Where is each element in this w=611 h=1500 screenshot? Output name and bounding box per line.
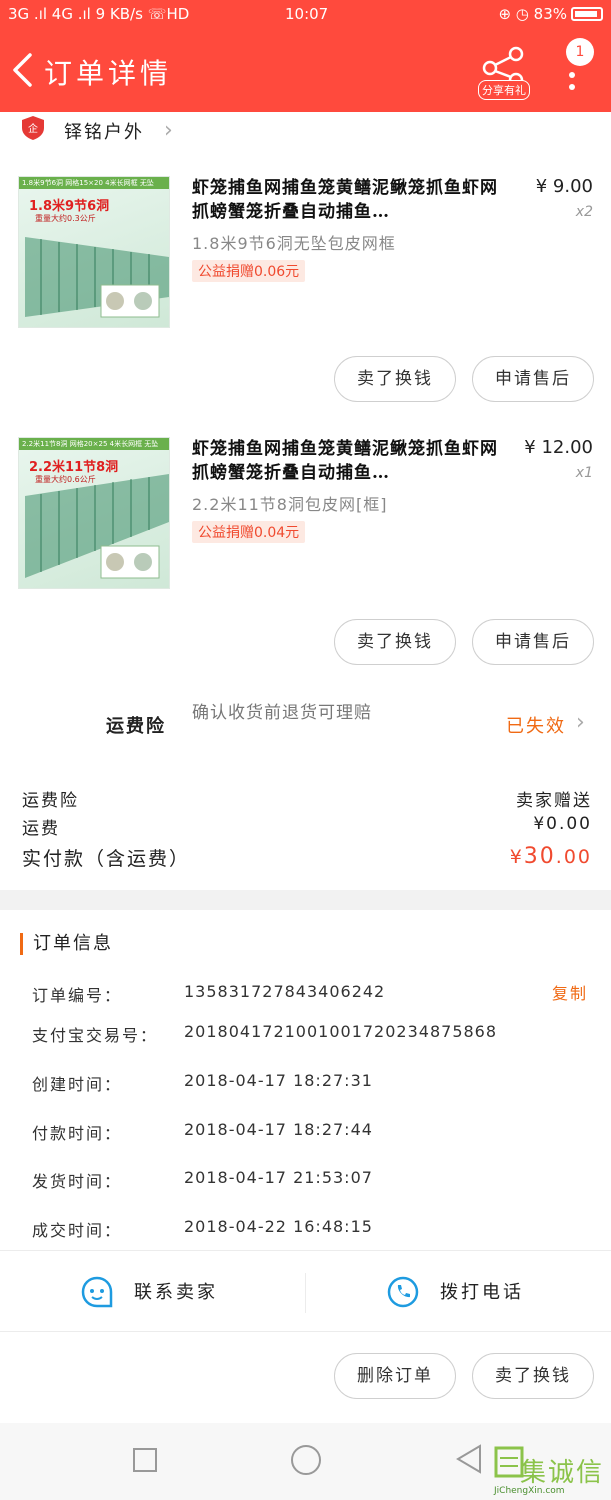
- contact-seller-button[interactable]: 联系卖家: [134, 1273, 218, 1313]
- insurance-description: 确认收货前退货可理赔: [192, 703, 372, 723]
- battery-icon: [571, 7, 603, 21]
- order-item[interactable]: 1.8米9节6洞 网格15×20 4米长网框 无坠 1.8米9节6洞 重量大约0…: [0, 176, 611, 456]
- total-currency: ¥: [509, 846, 524, 868]
- watermark-url: JiChengXin.com: [494, 1486, 565, 1496]
- info-value: 2018-04-17 21:53:07: [184, 1168, 373, 1187]
- product-title[interactable]: 虾笼捕鱼网捕鱼笼黄鳝泥鳅笼抓鱼虾网抓螃蟹笼折叠自动捕鱼…: [192, 437, 502, 485]
- shop-name[interactable]: 铎铭户外: [64, 118, 144, 144]
- status-network: 3G .ıl 4G .ıl 9 KB/s ☏HD: [8, 5, 190, 23]
- app-header: 3G .ıl 4G .ıl 9 KB/s ☏HD 10:07 ⊕ ◷ 83% 订…: [0, 0, 611, 112]
- back-triangle-icon[interactable]: [454, 1443, 484, 1475]
- svg-text:企: 企: [28, 122, 38, 135]
- order-info-heading: 订单信息: [20, 933, 113, 955]
- summary-shipping-value: ¥0.00: [533, 814, 592, 834]
- shop-row[interactable]: 企 铎铭户外 ›: [20, 112, 580, 146]
- total-decimal: .00: [555, 846, 592, 868]
- back-arrow-icon[interactable]: [10, 52, 34, 88]
- insurance-status[interactable]: 已失效: [506, 712, 566, 738]
- charity-donation-tag: 公益捐赠0.06元: [192, 260, 306, 282]
- product-image-weight: 重量大约0.3公斤: [35, 214, 96, 223]
- message-badge[interactable]: 1: [566, 38, 594, 66]
- sell-for-cash-button[interactable]: 卖了换钱: [334, 356, 456, 402]
- summary-total-label: 实付款（含运费）: [22, 848, 191, 870]
- summary-shipping-label: 运费: [22, 819, 60, 839]
- contact-bar: 联系卖家 拨打电话: [0, 1250, 611, 1332]
- info-value: 2018-04-17 18:27:31: [184, 1071, 373, 1090]
- info-value: 2018041721001001720234875868: [184, 1022, 498, 1041]
- product-image-weight: 重量大约0.6公斤: [35, 475, 96, 484]
- call-phone-button[interactable]: 拨打电话: [440, 1273, 524, 1313]
- product-quantity: x1: [575, 465, 593, 481]
- info-value: 2018-04-17 18:27:44: [184, 1120, 373, 1139]
- product-price: ¥ 12.00: [524, 437, 593, 458]
- product-price: ¥ 9.00: [535, 176, 593, 197]
- order-item[interactable]: 2.2米11节8洞 网格20×25 4米长网框 无坠 2.2米11节8洞 重量大…: [0, 437, 611, 717]
- info-value: 2018-04-22 16:48:15: [184, 1217, 373, 1236]
- product-spec-strip: 2.2米11节8洞 网格20×25 4米长网框 无坠: [19, 438, 169, 450]
- product-image-headline: 2.2米11节8洞: [29, 460, 119, 475]
- summary-insurance-value: 卖家赠送: [516, 791, 592, 811]
- product-sku: 1.8米9节6洞无坠包皮网框: [192, 234, 396, 253]
- copy-button[interactable]: 复制: [552, 980, 588, 1004]
- chevron-right-icon: ›: [164, 118, 173, 143]
- status-battery-text: ⊕ ◷ 83%: [498, 5, 567, 23]
- summary-total-row: 实付款（含运费） ¥30.00: [22, 844, 592, 871]
- more-dot-icon[interactable]: [569, 72, 575, 78]
- info-key: 发货时间：: [32, 1172, 123, 1191]
- divider: [305, 1273, 306, 1313]
- summary-shipping-row: 运费 ¥0.00: [22, 814, 592, 839]
- share-gift-label[interactable]: 分享有礼: [478, 80, 530, 100]
- product-image-headline: 1.8米9节6洞: [29, 199, 110, 214]
- product-image[interactable]: 1.8米9节6洞 网格15×20 4米长网框 无坠 1.8米9节6洞 重量大约0…: [18, 176, 170, 328]
- status-time: 10:07: [285, 5, 329, 23]
- summary-total-value: ¥30.00: [510, 844, 592, 869]
- product-sku: 2.2米11节8洞包皮网[框]: [192, 495, 388, 514]
- product-quantity: x2: [575, 204, 593, 220]
- sell-for-cash-button[interactable]: 卖了换钱: [472, 1353, 594, 1399]
- total-integer: 30: [523, 844, 556, 869]
- section-divider: [0, 890, 611, 910]
- info-key: 付款时间：: [32, 1124, 123, 1143]
- summary-insurance-row: 运费险 卖家赠送: [22, 786, 592, 811]
- delete-order-button[interactable]: 删除订单: [334, 1353, 456, 1399]
- status-right: ⊕ ◷ 83%: [498, 5, 603, 23]
- sell-for-cash-button[interactable]: 卖了换钱: [334, 619, 456, 665]
- more-dot-icon[interactable]: [569, 84, 575, 90]
- info-key: 订单编号：: [32, 986, 123, 1005]
- bottom-action-bar: 删除订单 卖了换钱: [0, 1333, 611, 1423]
- chevron-right-icon[interactable]: ›: [576, 710, 585, 735]
- phone-icon[interactable]: [386, 1275, 420, 1309]
- watermark-text: 集诚信: [520, 1458, 605, 1488]
- info-key: 成交时间：: [32, 1221, 123, 1240]
- enterprise-shop-icon: 企: [22, 116, 44, 140]
- charity-donation-tag: 公益捐赠0.04元: [192, 521, 306, 543]
- info-key: 创建时间：: [32, 1075, 123, 1094]
- product-image[interactable]: 2.2米11节8洞 网格20×25 4米长网框 无坠 2.2米11节8洞 重量大…: [18, 437, 170, 589]
- info-key: 支付宝交易号：: [32, 1026, 159, 1045]
- product-spec-strip: 1.8米9节6洞 网格15×20 4米长网框 无坠: [19, 177, 169, 189]
- summary-insurance-label: 运费险: [22, 791, 79, 811]
- status-bar: 3G .ıl 4G .ıl 9 KB/s ☏HD 10:07 ⊕ ◷ 83%: [0, 0, 611, 30]
- apply-after-sales-button[interactable]: 申请售后: [472, 356, 594, 402]
- recent-apps-icon[interactable]: [132, 1447, 158, 1473]
- product-title[interactable]: 虾笼捕鱼网捕鱼笼黄鳝泥鳅笼抓鱼虾网抓螃蟹笼折叠自动捕鱼…: [192, 176, 502, 224]
- home-icon[interactable]: [289, 1443, 323, 1477]
- insurance-label: 运费险: [106, 716, 166, 737]
- page-title: 订单详情: [44, 57, 173, 90]
- chat-bubble-icon[interactable]: [80, 1275, 114, 1309]
- apply-after-sales-button[interactable]: 申请售后: [472, 619, 594, 665]
- info-value: 135831727843406242: [184, 982, 386, 1001]
